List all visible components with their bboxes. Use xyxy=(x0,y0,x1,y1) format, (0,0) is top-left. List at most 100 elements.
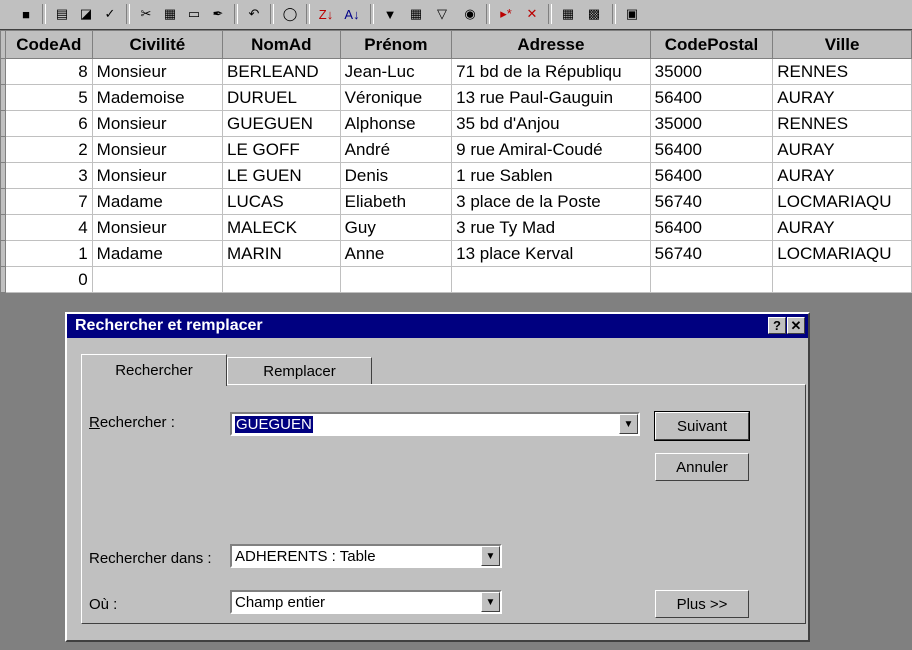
column-header[interactable]: CodePostal xyxy=(649,30,774,59)
table-cell[interactable]: 7 xyxy=(4,188,93,215)
table-cell[interactable]: 4 xyxy=(4,214,93,241)
table-cell[interactable]: 8 xyxy=(4,58,93,85)
table-cell[interactable]: Guy xyxy=(339,214,453,241)
table-cell[interactable]: 13 place Kerval xyxy=(451,240,651,267)
column-header[interactable]: NomAd xyxy=(222,30,341,59)
table-cell[interactable]: RENNES xyxy=(772,58,912,85)
table-cell[interactable]: Madame xyxy=(91,188,224,215)
table-cell[interactable]: 13 rue Paul-Gauguin xyxy=(451,84,651,111)
cancel-button[interactable]: Annuler xyxy=(655,453,749,481)
table-cell[interactable]: Madame xyxy=(91,240,224,267)
table-cell[interactable]: 56400 xyxy=(649,136,774,163)
table-cell[interactable]: 3 place de la Poste xyxy=(451,188,651,215)
table-cell[interactable]: 56400 xyxy=(649,162,774,189)
table-cell[interactable]: 35 bd d'Anjou xyxy=(451,110,651,137)
table-cell[interactable]: Monsieur xyxy=(91,58,224,85)
tab-remplacer[interactable]: Remplacer xyxy=(227,357,372,385)
table-cell[interactable] xyxy=(222,266,341,293)
find-input[interactable]: GUEGUEN xyxy=(235,415,313,433)
chevron-down-icon[interactable]: ▼ xyxy=(619,414,638,434)
table-row[interactable]: 1 Madame MARIN Anne 13 place Kerval 56740 LOCM… xyxy=(0,240,912,267)
table-cell[interactable]: RENNES xyxy=(772,110,912,137)
table-cell[interactable]: 1 rue Sablen xyxy=(451,162,651,189)
chevron-down-icon[interactable]: ▼ xyxy=(481,546,500,566)
table-cell[interactable]: AURAY xyxy=(772,214,912,241)
table-row[interactable]: 2 Monsieur LE GOFF André 9 rue Amiral-Coudé 5… xyxy=(0,136,912,163)
properties-icon[interactable]: ▦ xyxy=(556,3,580,25)
table-cell[interactable]: Denis xyxy=(339,162,453,189)
table-cell[interactable]: 2 xyxy=(4,136,93,163)
table-cell[interactable]: 9 rue Amiral-Coudé xyxy=(451,136,651,163)
table-cell[interactable]: BERLEAND xyxy=(222,58,341,85)
table-cell[interactable]: 3 rue Ty Mad xyxy=(451,214,651,241)
table-cell[interactable]: Monsieur xyxy=(91,214,224,241)
column-header[interactable]: CodeAd xyxy=(4,30,93,59)
table-cell[interactable]: 5 xyxy=(4,84,93,111)
filter-icon[interactable]: ▼ xyxy=(378,3,402,25)
find-combo[interactable]: GUEGUEN ▼ xyxy=(230,412,640,436)
table-cell[interactable]: Eliabeth xyxy=(339,188,453,215)
chevron-down-icon[interactable]: ▼ xyxy=(481,592,500,612)
table-cell[interactable]: AURAY xyxy=(772,84,912,111)
table-cell[interactable]: 56400 xyxy=(649,214,774,241)
table-cell[interactable] xyxy=(451,266,651,293)
format-painter-icon[interactable]: ✒ xyxy=(206,3,230,25)
next-button[interactable]: Suivant xyxy=(654,411,750,441)
table-row[interactable]: 7 Madame LUCAS Eliabeth 3 place de la Poste 5… xyxy=(0,188,912,215)
table-cell[interactable]: Monsieur xyxy=(91,136,224,163)
column-header[interactable]: Prénom xyxy=(339,30,453,59)
table-cell[interactable]: AURAY xyxy=(772,162,912,189)
table-cell[interactable]: 6 xyxy=(4,110,93,137)
table-row[interactable]: 4 Monsieur MALECK Guy 3 rue Ty Mad 56400 AURAY xyxy=(0,214,912,241)
filter-form-icon[interactable]: ▦ xyxy=(404,3,428,25)
table-cell[interactable] xyxy=(91,266,224,293)
preview-icon[interactable]: ◪ xyxy=(74,3,98,25)
table-cell[interactable]: 35000 xyxy=(649,58,774,85)
column-header[interactable]: Ville xyxy=(772,30,912,59)
hyperlink-icon[interactable]: ◯ xyxy=(278,3,302,25)
look-in-select[interactable]: ADHERENTS : Table ▼ xyxy=(230,544,502,568)
table-cell[interactable] xyxy=(339,266,453,293)
table-cell[interactable] xyxy=(772,266,912,293)
table-cell[interactable]: MARIN xyxy=(222,240,341,267)
table-cell[interactable] xyxy=(649,266,774,293)
table-cell[interactable]: 1 xyxy=(4,240,93,267)
table-cell[interactable]: LE GOFF xyxy=(222,136,341,163)
table-row[interactable]: 6 Monsieur GUEGUEN Alphonse 35 bd d'Anjou 350… xyxy=(0,110,912,137)
tab-rechercher[interactable]: Rechercher xyxy=(81,354,227,386)
table-cell[interactable]: LOCMARIAQU xyxy=(772,188,912,215)
table-cell[interactable]: AURAY xyxy=(772,136,912,163)
print-icon[interactable]: ▤ xyxy=(50,3,74,25)
table-cell[interactable]: Véronique xyxy=(339,84,453,111)
table-cell[interactable]: LE GUEN xyxy=(222,162,341,189)
table-cell[interactable]: Monsieur xyxy=(91,110,224,137)
apply-filter-icon[interactable]: ▽ xyxy=(430,3,454,25)
find-icon[interactable]: ◉ xyxy=(458,3,482,25)
database-window-icon[interactable]: ▩ xyxy=(582,3,606,25)
table-cell[interactable]: 56740 xyxy=(649,240,774,267)
table-cell[interactable]: Jean-Luc xyxy=(339,58,453,85)
spelling-icon[interactable]: ✓ xyxy=(98,3,122,25)
table-cell[interactable]: 35000 xyxy=(649,110,774,137)
table-cell[interactable]: 56400 xyxy=(649,84,774,111)
column-header[interactable]: Civilité xyxy=(91,30,224,59)
sort-desc-icon[interactable]: Z↓ xyxy=(314,3,338,25)
table-cell[interactable]: Alphonse xyxy=(339,110,453,137)
table-cell[interactable]: MALECK xyxy=(222,214,341,241)
match-select[interactable]: Champ entier ▼ xyxy=(230,590,502,614)
table-cell[interactable]: Mademoise xyxy=(91,84,224,111)
table-cell[interactable]: GUEGUEN xyxy=(222,110,341,137)
cut-icon[interactable]: ✂ xyxy=(134,3,158,25)
table-cell[interactable]: 3 xyxy=(4,162,93,189)
table-row[interactable]: 8 Monsieur BERLEAND Jean-Luc 71 bd de la Rép… xyxy=(0,58,912,85)
table-cell[interactable]: LUCAS xyxy=(222,188,341,215)
help-button[interactable]: ? xyxy=(768,317,786,334)
table-row[interactable]: 3 Monsieur LE GUEN Denis 1 rue Sablen 56400 AU… xyxy=(0,162,912,189)
table-cell[interactable]: 71 bd de la Républiqu xyxy=(451,58,651,85)
dialog-titlebar[interactable]: Rechercher et remplacer ? ✕ xyxy=(67,314,808,338)
new-object-icon[interactable]: ▣ xyxy=(620,3,644,25)
table-cell[interactable]: André xyxy=(339,136,453,163)
close-button[interactable]: ✕ xyxy=(787,317,805,334)
sort-asc-icon[interactable]: A↓ xyxy=(340,3,364,25)
table-cell[interactable]: DURUEL xyxy=(222,84,341,111)
